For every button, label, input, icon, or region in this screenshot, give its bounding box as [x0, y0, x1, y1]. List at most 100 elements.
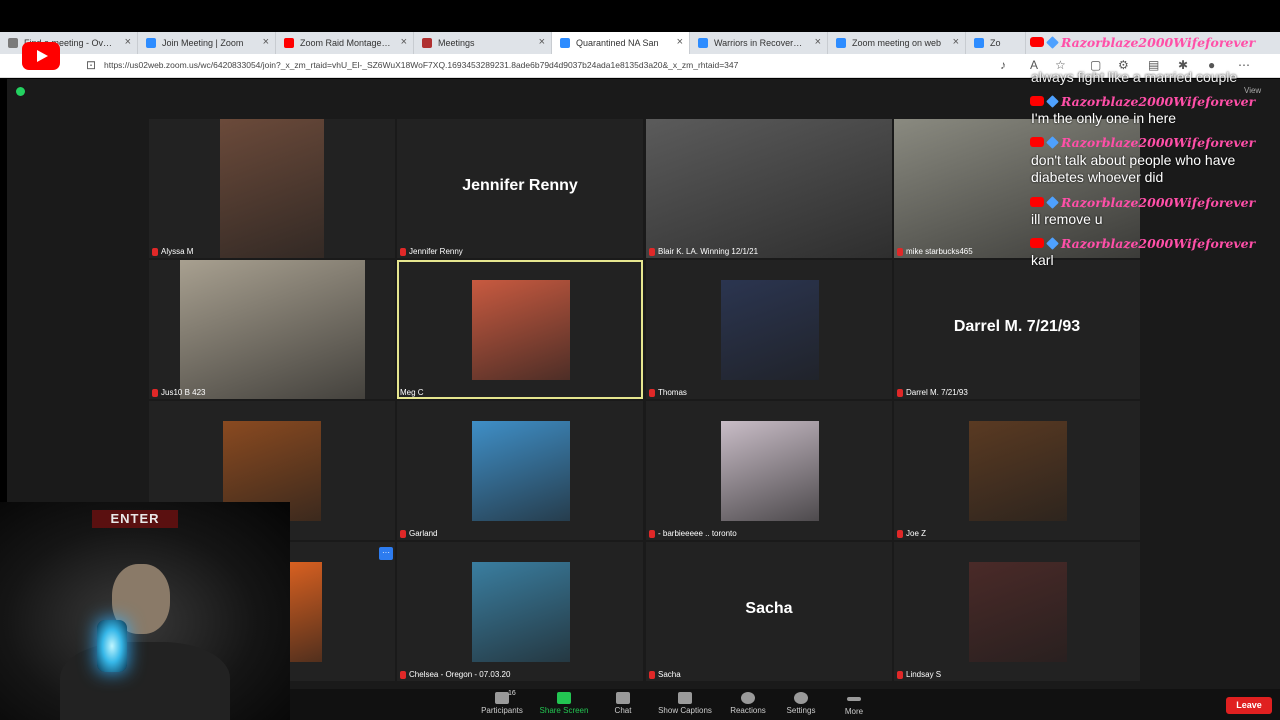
youtube-logo-icon — [22, 42, 60, 70]
muted-mic-icon — [400, 529, 406, 538]
ellipsis-icon — [847, 697, 861, 701]
streamer-webcam-overlay: ENTER — [0, 502, 290, 720]
chat-username: Razorblaze2000Wifeforever — [1061, 34, 1256, 50]
participant-name: - barbieeeee .. toronto — [658, 529, 737, 538]
blue-lamp — [97, 620, 127, 672]
participant-name-label: Joe Z — [897, 529, 926, 538]
participant-tile[interactable]: Garland — [397, 401, 643, 540]
captions-button[interactable]: Show Captions — [655, 689, 715, 720]
chat-message: don't talk about people who have diabete… — [1031, 152, 1236, 185]
settings-label: Settings — [786, 706, 816, 715]
more-button[interactable]: More — [824, 689, 884, 720]
tab-label: Zoom Raid Montage #8 - Y — [300, 38, 391, 48]
youtube-icon — [1030, 96, 1044, 106]
captions-label: Show Captions — [658, 706, 712, 715]
share-screen-icon — [557, 692, 571, 704]
participant-name-label: Jus10 B 423 — [152, 388, 205, 397]
reactions-label: Reactions — [730, 706, 766, 715]
participant-tile[interactable]: - barbieeeee .. toronto — [646, 401, 892, 540]
leave-button[interactable]: Leave — [1226, 697, 1272, 714]
close-icon[interactable]: × — [677, 36, 683, 48]
participant-name: Lindsay S — [906, 670, 942, 679]
chat-button[interactable]: Chat — [593, 689, 653, 720]
participant-name-label: Alyssa M — [152, 247, 193, 256]
participant-video — [472, 421, 570, 521]
participant-video — [721, 421, 819, 521]
participant-tile[interactable]: Meg C — [397, 260, 643, 399]
participant-tile[interactable]: Lindsay S — [894, 542, 1140, 681]
reactions-button[interactable]: Reactions — [718, 689, 778, 720]
participant-name: Jennifer Renny — [409, 247, 463, 256]
participant-name: Joe Z — [906, 529, 927, 538]
participant-video — [721, 280, 819, 380]
participant-display-name: Darrel M. 7/21/93 — [953, 318, 1081, 335]
moderator-wrench-icon — [1046, 195, 1059, 209]
participant-name-label: Meg C — [400, 388, 424, 397]
participant-tile[interactable]: Alyssa M — [149, 119, 395, 258]
browser-tab[interactable]: Zoom Raid Montage #8 - Y × — [276, 32, 414, 54]
participants-button[interactable]: 16 Participants — [472, 689, 532, 720]
participant-name-label: Blair K. LA. Winning 12/1/21 — [649, 247, 758, 256]
tab-label: Zo — [990, 38, 1001, 48]
participant-tile[interactable]: Thomas — [646, 260, 892, 399]
settings-button[interactable]: Settings — [771, 689, 831, 720]
tab-favicon — [284, 38, 294, 48]
participant-tile[interactable]: Joe Z — [894, 401, 1140, 540]
participant-display-name: Sacha — [745, 600, 793, 617]
share-screen-button[interactable]: Share Screen — [534, 689, 594, 720]
participant-name-label: Thomas — [649, 388, 687, 397]
moderator-wrench-icon — [1046, 94, 1059, 108]
participants-count: 16 — [508, 690, 516, 697]
browser-tab[interactable]: Find a meeting - Overeaters× — [0, 32, 138, 54]
gear-icon — [794, 692, 808, 704]
close-icon[interactable]: × — [125, 36, 131, 48]
streamer-body — [60, 642, 230, 720]
tab-label: Warriors in Recovery-Close — [714, 38, 805, 48]
participant-name: Darrel M. 7/21/93 — [906, 388, 968, 397]
participant-name: Chelsea - Oregon - 07.03.20 — [409, 670, 511, 679]
chat-username: Razorblaze2000Wifeforever — [1061, 93, 1256, 109]
participant-name: Blair K. LA. Winning 12/1/21 — [658, 247, 759, 256]
tab-label: Zoom meeting on web — [852, 38, 942, 48]
microphone-icon[interactable]: ♪ — [1000, 58, 1006, 72]
screen: Find a meeting - Overeaters× Join Meetin… — [0, 0, 1280, 720]
chat-username: Razorblaze2000Wifeforever — [1061, 194, 1256, 210]
close-icon[interactable]: × — [815, 36, 821, 48]
chat-message: ill remove u — [1031, 211, 1103, 227]
browser-tab[interactable]: Zo — [966, 32, 1026, 54]
close-icon[interactable]: × — [539, 36, 545, 48]
browser-tab-active[interactable]: Quarantined NA San × — [552, 32, 690, 54]
participant-tile[interactable]: Sacha Sacha — [646, 542, 892, 681]
participant-tile[interactable]: Blair K. LA. Winning 12/1/21 — [646, 119, 892, 258]
browser-tab[interactable]: Warriors in Recovery-Close × — [690, 32, 828, 54]
reactions-icon — [741, 692, 755, 704]
chat-author: Razorblaze2000Wifeforever — [1030, 235, 1255, 251]
close-icon[interactable]: × — [953, 36, 959, 48]
participant-tile[interactable]: Jus10 B 423 — [149, 260, 395, 399]
tab-label: Quarantined NA San — [576, 38, 659, 48]
youtube-icon — [1030, 197, 1044, 207]
close-icon[interactable]: × — [401, 36, 407, 48]
participant-tile[interactable]: Darrel M. 7/21/93 Darrel M. 7/21/93 — [894, 260, 1140, 399]
muted-mic-icon — [649, 670, 655, 679]
browser-tab[interactable]: Zoom meeting on web × — [828, 32, 966, 54]
moderator-wrench-icon — [1046, 135, 1059, 149]
chat-author: Razorblaze2000Wifeforever — [1030, 34, 1255, 50]
chat-icon — [616, 692, 630, 704]
participant-tile[interactable]: Chelsea - Oregon - 07.03.20 — [397, 542, 643, 681]
participant-video — [290, 562, 322, 662]
close-icon[interactable]: × — [263, 36, 269, 48]
more-label: More — [844, 707, 864, 716]
encryption-shield-icon[interactable] — [16, 87, 25, 96]
participant-video — [180, 260, 365, 399]
youtube-icon — [1030, 37, 1044, 47]
participant-video — [472, 280, 570, 380]
chat-username: Razorblaze2000Wifeforever — [1061, 235, 1256, 251]
url-text[interactable]: https://us02web.zoom.us/wc/6420833054/jo… — [104, 60, 738, 70]
muted-mic-icon — [897, 388, 903, 397]
browser-tab[interactable]: Join Meeting | Zoom × — [138, 32, 276, 54]
browser-tab[interactable]: Meetings × — [414, 32, 552, 54]
tile-options-icon[interactable]: ··· — [379, 547, 393, 560]
enter-sign: ENTER — [92, 510, 178, 528]
participant-tile[interactable]: Jennifer Renny Jennifer Renny — [397, 119, 643, 258]
